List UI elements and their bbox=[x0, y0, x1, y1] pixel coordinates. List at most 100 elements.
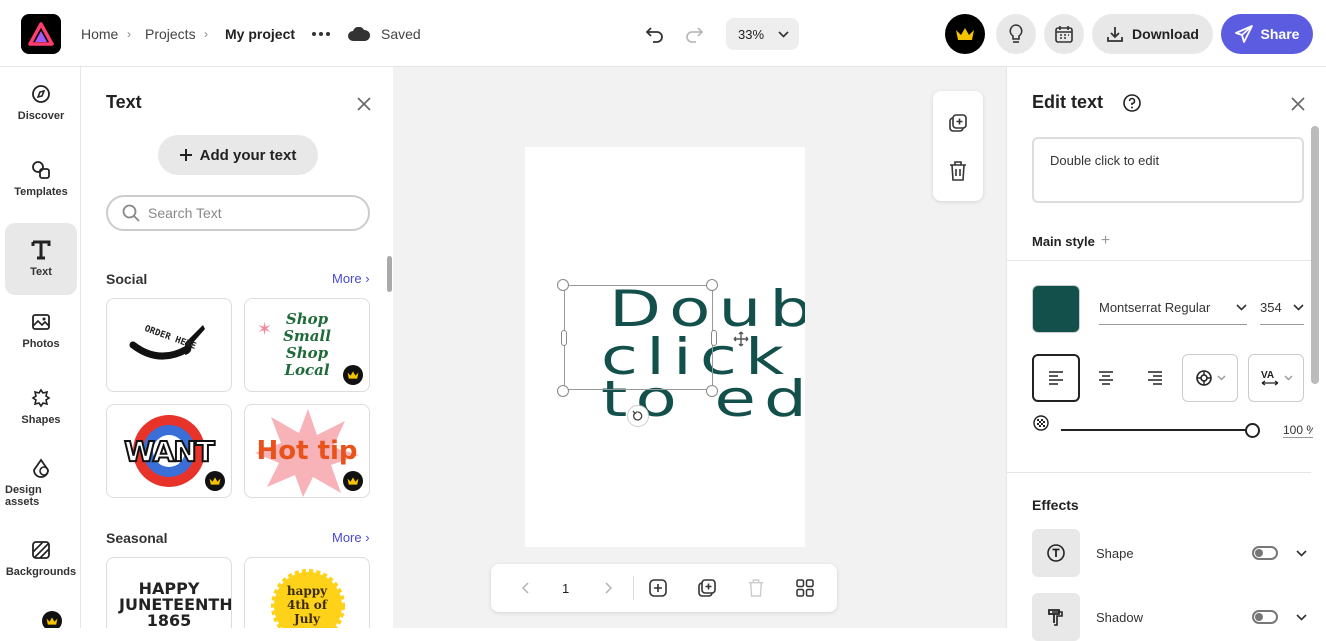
chevron-down-icon bbox=[1236, 304, 1247, 311]
text-shape-icon bbox=[1032, 529, 1080, 577]
rotate-icon[interactable] bbox=[627, 405, 649, 427]
opacity-slider-handle[interactable] bbox=[1245, 423, 1260, 438]
backgrounds-icon bbox=[32, 541, 50, 559]
text-color-swatch[interactable] bbox=[1032, 285, 1080, 333]
premium-crown-button[interactable] bbox=[945, 14, 985, 54]
zoom-select[interactable]: 33% bbox=[726, 18, 799, 50]
breadcrumb-home[interactable]: Home bbox=[81, 26, 118, 42]
grid-view-icon[interactable] bbox=[795, 578, 815, 598]
more-options-icon[interactable] bbox=[309, 24, 333, 44]
selection-box[interactable] bbox=[564, 285, 713, 390]
rail-item-shapes[interactable]: Shapes bbox=[5, 371, 77, 443]
floating-toolbar bbox=[933, 91, 983, 201]
search-input[interactable]: Search Text bbox=[106, 195, 370, 231]
add-your-text-button[interactable]: Add your text bbox=[158, 135, 318, 175]
text-template-card[interactable]: Hot tip bbox=[244, 404, 370, 498]
download-button[interactable]: Download bbox=[1092, 14, 1213, 54]
search-placeholder: Search Text bbox=[148, 205, 222, 221]
artboard-page[interactable]: Doub click to ed bbox=[525, 147, 805, 547]
side-handle[interactable] bbox=[711, 330, 717, 346]
more-link-social[interactable]: More › bbox=[332, 271, 370, 286]
card-text: WANT bbox=[123, 434, 216, 469]
lightbulb-icon bbox=[1009, 24, 1023, 43]
chevron-down-icon bbox=[1296, 613, 1307, 621]
trash-icon[interactable] bbox=[946, 159, 970, 183]
edit-panel-scrollbar[interactable] bbox=[1311, 126, 1319, 384]
rail-item-design-assets[interactable]: Design assets bbox=[5, 447, 77, 519]
close-icon[interactable] bbox=[1289, 95, 1307, 113]
effect-label: Shadow bbox=[1096, 609, 1143, 625]
rail-item-text[interactable]: Text bbox=[5, 223, 77, 295]
undo-icon[interactable] bbox=[643, 22, 667, 46]
shadow-toggle[interactable] bbox=[1252, 610, 1278, 624]
resize-handle[interactable] bbox=[557, 385, 569, 397]
main-style-row[interactable]: Main style + bbox=[1032, 232, 1110, 250]
add-page-icon[interactable] bbox=[648, 578, 668, 598]
rail-label: Discover bbox=[17, 110, 65, 122]
close-icon[interactable] bbox=[355, 95, 373, 113]
align-left-button[interactable] bbox=[1032, 354, 1080, 402]
opacity-slider-track[interactable] bbox=[1061, 429, 1251, 431]
schedule-button[interactable] bbox=[1044, 14, 1084, 54]
redo-icon[interactable] bbox=[682, 22, 706, 46]
ideas-button[interactable] bbox=[996, 14, 1036, 54]
text-style-dropdown[interactable] bbox=[1182, 354, 1238, 402]
rail-label: Shapes bbox=[21, 414, 61, 426]
rail-item-templates[interactable]: Templates bbox=[5, 143, 77, 215]
text-template-card[interactable]: happy 4th of July bbox=[244, 557, 370, 628]
font-size-select[interactable]: 354 bbox=[1260, 291, 1304, 325]
more-label: More bbox=[332, 530, 362, 545]
align-center-button[interactable] bbox=[1082, 354, 1130, 402]
rail-item-backgrounds[interactable]: Backgrounds bbox=[5, 523, 77, 595]
delete-page-icon[interactable] bbox=[746, 578, 766, 598]
prev-page-icon[interactable] bbox=[515, 578, 535, 598]
page-number: 1 bbox=[562, 581, 570, 596]
resize-handle[interactable] bbox=[557, 279, 569, 291]
more-link-seasonal[interactable]: More › bbox=[332, 530, 370, 545]
side-handle[interactable] bbox=[561, 330, 567, 346]
panel-scrollbar[interactable] bbox=[387, 256, 392, 292]
resize-handle[interactable] bbox=[706, 385, 718, 397]
plus-icon[interactable]: + bbox=[1101, 232, 1110, 250]
help-icon[interactable] bbox=[1122, 93, 1142, 113]
effect-row-shape[interactable]: Shape bbox=[1032, 529, 1312, 577]
align-right-button[interactable] bbox=[1131, 354, 1179, 402]
adobe-express-logo[interactable] bbox=[21, 14, 61, 54]
rail-item-discover[interactable]: Discover bbox=[5, 67, 77, 139]
text-template-card[interactable]: ORDER HERE bbox=[106, 298, 232, 392]
rail-item-photos[interactable]: Photos bbox=[5, 295, 77, 367]
section-title-social: Social bbox=[106, 271, 148, 287]
order-here-graphic bbox=[129, 325, 205, 360]
letter-spacing-icon: VA bbox=[1261, 370, 1278, 386]
chevron-down-icon bbox=[1217, 375, 1225, 381]
breadcrumb-separator: › bbox=[127, 27, 131, 41]
text-template-card[interactable]: Shop Small Shop Local ✶ bbox=[244, 298, 370, 392]
divider bbox=[1007, 260, 1311, 261]
text-effects-icon bbox=[1195, 370, 1212, 386]
search-icon bbox=[122, 204, 140, 222]
move-icon[interactable] bbox=[733, 331, 749, 347]
opacity-input[interactable]: 100 % bbox=[1283, 423, 1313, 438]
resize-handle[interactable] bbox=[706, 279, 718, 291]
align-left-icon bbox=[1049, 371, 1063, 385]
duplicate-page-icon[interactable] bbox=[696, 578, 718, 598]
align-center-icon bbox=[1099, 371, 1113, 385]
main-style-label: Main style bbox=[1032, 233, 1095, 249]
spacing-dropdown[interactable]: VA bbox=[1248, 354, 1304, 402]
rail-item-partial[interactable] bbox=[34, 611, 64, 628]
card-text: happy 4th of July bbox=[286, 584, 328, 626]
shape-toggle[interactable] bbox=[1252, 546, 1278, 560]
share-button[interactable]: Share bbox=[1221, 14, 1313, 54]
text-template-card[interactable]: HAPPY JUNETEENTH 1865 bbox=[106, 557, 232, 628]
font-family-select[interactable]: Montserrat Regular bbox=[1099, 291, 1247, 325]
text-template-card[interactable]: WANT bbox=[106, 404, 232, 498]
effect-row-shadow[interactable]: Shadow bbox=[1032, 593, 1312, 641]
photo-icon bbox=[32, 314, 50, 330]
breadcrumb-current-project[interactable]: My project bbox=[225, 26, 295, 42]
text-content-input[interactable]: Double click to edit bbox=[1032, 137, 1304, 203]
breadcrumb-projects[interactable]: Projects bbox=[145, 26, 196, 42]
duplicate-icon[interactable] bbox=[946, 111, 970, 135]
rail-label: Templates bbox=[14, 186, 68, 198]
next-page-icon[interactable] bbox=[599, 578, 619, 598]
chevron-down-icon bbox=[1293, 304, 1304, 311]
